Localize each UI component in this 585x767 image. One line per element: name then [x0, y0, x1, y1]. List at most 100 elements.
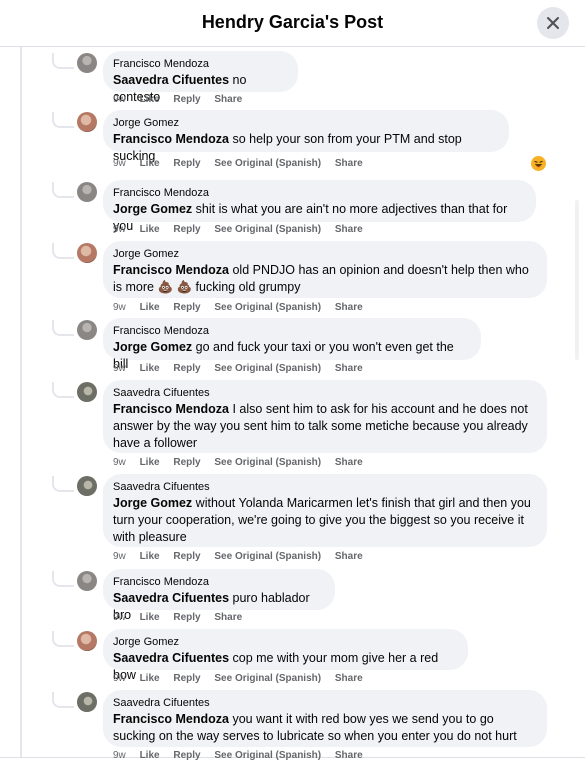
avatar[interactable] — [77, 53, 97, 73]
reply-button[interactable]: Reply — [173, 224, 200, 235]
like-button[interactable]: Like — [140, 457, 160, 468]
comment-bubble: Francisco Mendoza Jorge Gomez shit is wh… — [103, 180, 536, 233]
share-button[interactable]: Share — [335, 158, 363, 169]
share-button[interactable]: Share — [335, 750, 363, 761]
reply-button[interactable]: Reply — [173, 612, 200, 623]
share-button[interactable]: Share — [335, 224, 363, 235]
close-button[interactable] — [537, 7, 569, 39]
mention[interactable]: Saavedra Cifuentes — [113, 73, 229, 87]
timestamp[interactable]: 9w — [113, 673, 126, 684]
comment-actions: 9w Like Reply See Original (Spanish) Sha… — [113, 457, 374, 468]
avatar[interactable] — [77, 320, 97, 340]
timestamp[interactable]: 9w — [113, 302, 126, 313]
reply-button[interactable]: Reply — [173, 750, 200, 761]
mention[interactable]: Francisco Mendoza — [113, 402, 229, 416]
like-button[interactable]: Like — [140, 750, 160, 761]
reply-button[interactable]: Reply — [173, 363, 200, 374]
see-original-button[interactable]: See Original (Spanish) — [214, 457, 321, 468]
share-button[interactable]: Share — [335, 363, 363, 374]
mention[interactable]: Saavedra Cifuentes — [113, 591, 229, 605]
like-button[interactable]: Like — [140, 612, 160, 623]
see-original-button[interactable]: See Original (Spanish) — [214, 750, 321, 761]
reply-button[interactable]: Reply — [173, 673, 200, 684]
comment-author[interactable]: Jorge Gomez — [113, 117, 497, 130]
share-button[interactable]: Share — [335, 673, 363, 684]
reply-button[interactable]: Reply — [173, 302, 200, 313]
avatar[interactable] — [77, 243, 97, 263]
comment-actions: 9w Like Reply Share — [113, 612, 253, 623]
comment-author[interactable]: Saavedra Cifuentes — [113, 387, 535, 400]
reply-connector — [52, 631, 74, 647]
comment-bubble: Francisco Mendoza Jorge Gomez go and fuc… — [103, 318, 481, 371]
reply-connector — [52, 243, 74, 259]
timestamp[interactable]: 9w — [113, 94, 126, 105]
comment-actions: 9w Like Reply See Original (Spanish) Sha… — [113, 224, 374, 235]
comment-actions: 9w Like Reply See Original (Spanish) Sha… — [113, 302, 374, 313]
avatar[interactable] — [77, 631, 97, 651]
like-button[interactable]: Like — [140, 158, 160, 169]
see-original-button[interactable]: See Original (Spanish) — [214, 302, 321, 313]
see-original-button[interactable]: See Original (Spanish) — [214, 551, 321, 562]
comment-author[interactable]: Francisco Mendoza — [113, 187, 524, 200]
laughing-emoji-icon[interactable] — [531, 156, 546, 171]
see-original-button[interactable]: See Original (Spanish) — [214, 363, 321, 374]
mention[interactable]: Jorge Gomez — [113, 202, 192, 216]
comment-actions: 9w Like Reply Share — [113, 94, 253, 105]
reply-button[interactable]: Reply — [173, 158, 200, 169]
avatar[interactable] — [77, 476, 97, 496]
timestamp[interactable]: 9w — [113, 612, 126, 623]
reply-button[interactable]: Reply — [173, 94, 200, 105]
mention[interactable]: Francisco Mendoza — [113, 132, 229, 146]
like-button[interactable]: Like — [140, 224, 160, 235]
timestamp[interactable]: 9w — [113, 750, 126, 761]
mention[interactable]: Jorge Gomez — [113, 496, 192, 510]
like-button[interactable]: Like — [140, 673, 160, 684]
share-button[interactable]: Share — [214, 94, 242, 105]
avatar[interactable] — [77, 382, 97, 402]
reply-connector — [52, 320, 74, 336]
like-button[interactable]: Like — [140, 94, 160, 105]
comment-author[interactable]: Jorge Gomez — [113, 636, 456, 649]
scrollbar[interactable] — [575, 200, 579, 360]
mention[interactable]: Francisco Mendoza — [113, 263, 229, 277]
see-original-button[interactable]: See Original (Spanish) — [214, 158, 321, 169]
comment-author[interactable]: Jorge Gomez — [113, 248, 535, 261]
mention[interactable]: Francisco Mendoza — [113, 712, 229, 726]
timestamp[interactable]: 9w — [113, 457, 126, 468]
reply-button[interactable]: Reply — [173, 457, 200, 468]
comment-actions: 9w Like Reply See Original (Spanish) Sha… — [113, 551, 374, 562]
timestamp[interactable]: 9w — [113, 224, 126, 235]
comment-author[interactable]: Saavedra Cifuentes — [113, 481, 535, 494]
comment-bubble: Saavedra Cifuentes Jorge Gomez without Y… — [103, 474, 547, 547]
comment-author[interactable]: Francisco Mendoza — [113, 576, 323, 589]
mention[interactable]: Jorge Gomez — [113, 340, 192, 354]
share-button[interactable]: Share — [214, 612, 242, 623]
reply-connector — [52, 53, 74, 69]
thread-line — [20, 47, 22, 757]
share-button[interactable]: Share — [335, 457, 363, 468]
avatar[interactable] — [77, 571, 97, 591]
avatar[interactable] — [77, 182, 97, 202]
like-button[interactable]: Like — [140, 551, 160, 562]
comment-actions: 9w Like Reply See Original (Spanish) Sha… — [113, 750, 374, 761]
reply-button[interactable]: Reply — [173, 551, 200, 562]
laughing-emoji-icon — [531, 156, 546, 171]
like-button[interactable]: Like — [140, 302, 160, 313]
comment-author[interactable]: Saavedra Cifuentes — [113, 697, 535, 710]
comment-author[interactable]: Francisco Mendoza — [113, 325, 469, 338]
like-button[interactable]: Like — [140, 363, 160, 374]
comment-author[interactable]: Francisco Mendoza — [113, 58, 286, 71]
timestamp[interactable]: 9w — [113, 158, 126, 169]
share-button[interactable]: Share — [335, 302, 363, 313]
see-original-button[interactable]: See Original (Spanish) — [214, 224, 321, 235]
comment-actions: 9w Like Reply See Original (Spanish) Sha… — [113, 363, 374, 374]
comment-bubble: Saavedra Cifuentes Francisco Mendoza you… — [103, 690, 547, 747]
avatar[interactable] — [77, 692, 97, 712]
timestamp[interactable]: 9w — [113, 363, 126, 374]
reply-connector — [52, 692, 74, 708]
avatar[interactable] — [77, 112, 97, 132]
share-button[interactable]: Share — [335, 551, 363, 562]
see-original-button[interactable]: See Original (Spanish) — [214, 673, 321, 684]
mention[interactable]: Saavedra Cifuentes — [113, 651, 229, 665]
timestamp[interactable]: 9w — [113, 551, 126, 562]
